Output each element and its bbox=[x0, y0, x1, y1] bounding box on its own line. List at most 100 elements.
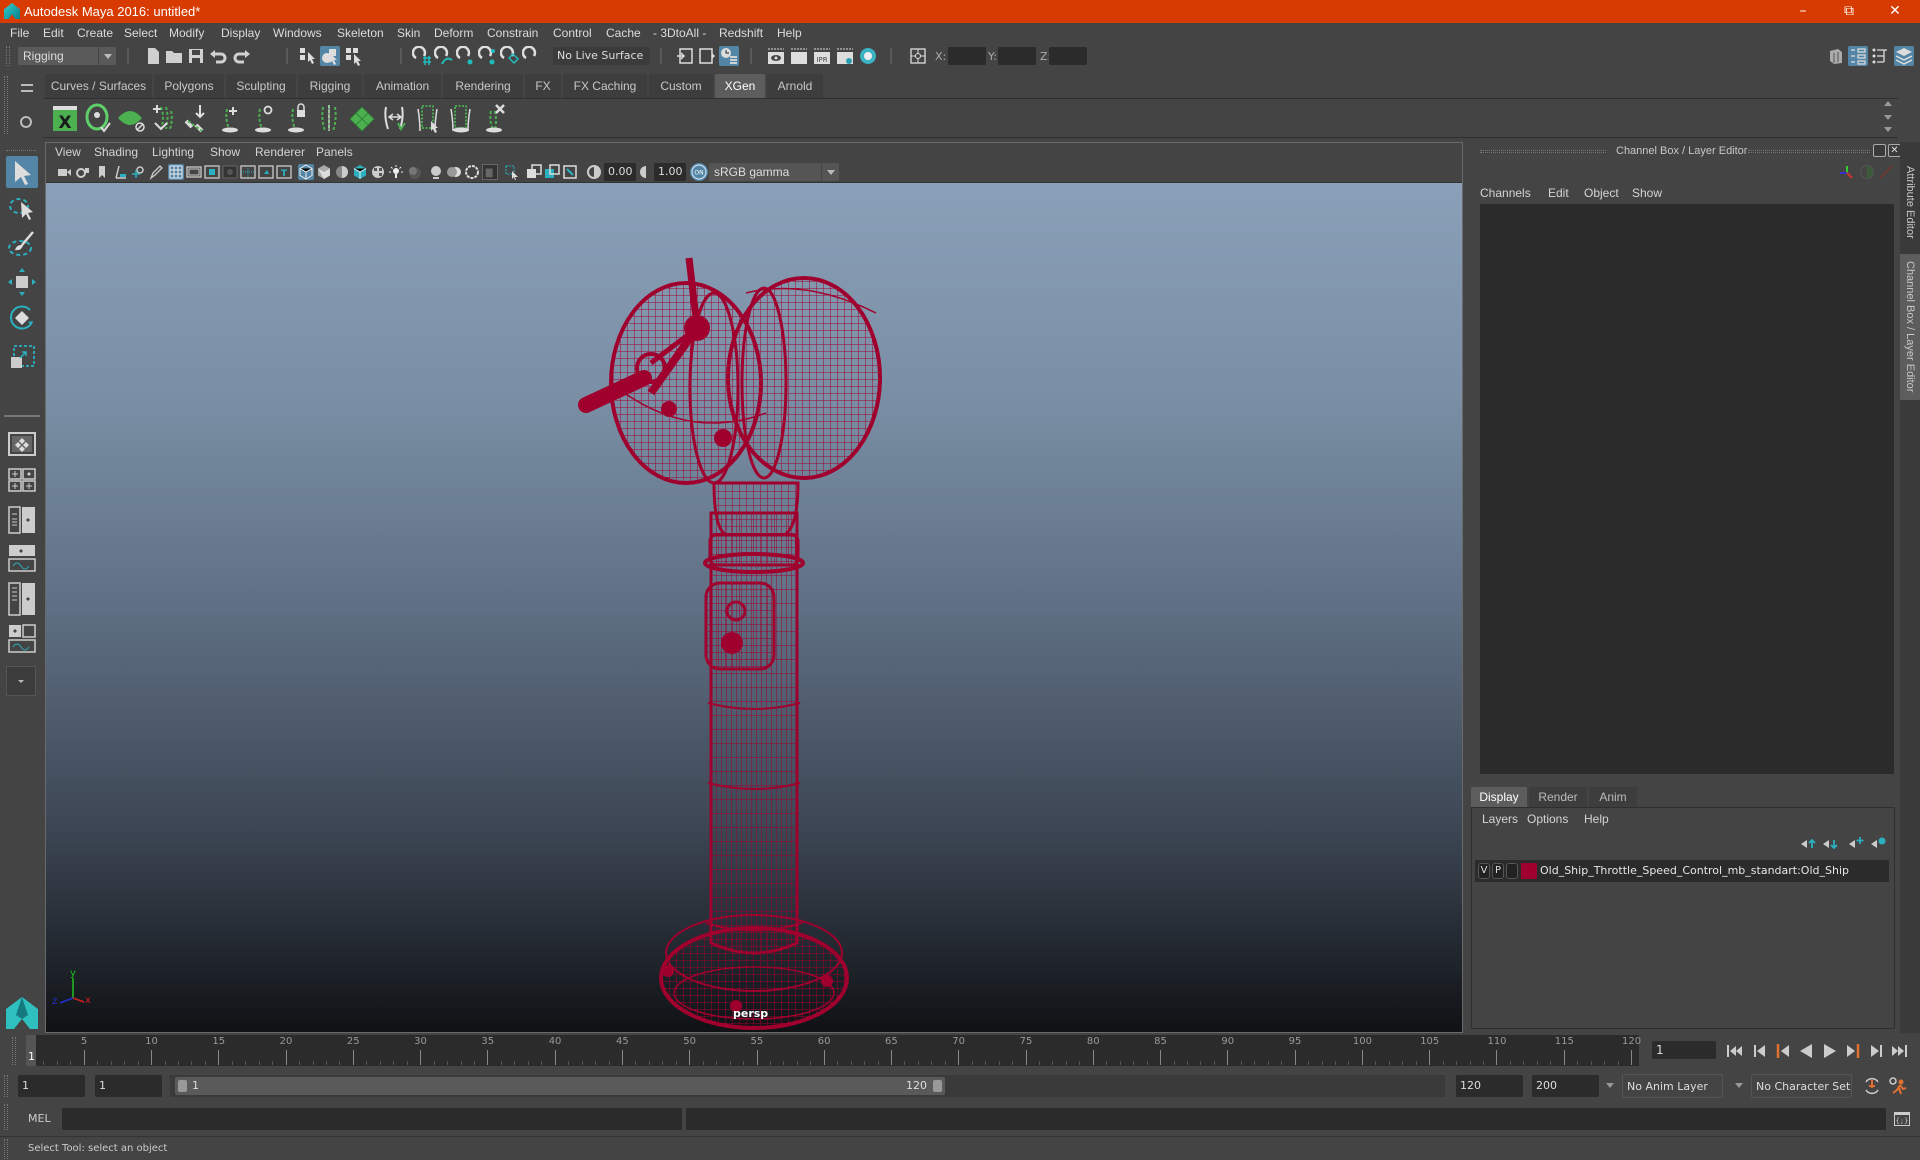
input-ops-icon[interactable] bbox=[675, 46, 695, 66]
command-language-toggle[interactable]: MEL bbox=[28, 1112, 51, 1125]
shelf-tab-arnold[interactable]: Arnold bbox=[767, 74, 823, 98]
shelf-tab-animation[interactable]: Animation bbox=[364, 74, 441, 98]
persp-node-editor-layout-icon[interactable] bbox=[8, 624, 36, 654]
anim-layer-dropdown[interactable]: No Anim Layer bbox=[1622, 1074, 1723, 1098]
time-slider-grip[interactable] bbox=[12, 1037, 16, 1065]
restore-button[interactable]: ⧉ bbox=[1826, 0, 1872, 23]
menu-file[interactable]: File bbox=[10, 26, 29, 40]
help-line-grip[interactable] bbox=[4, 1139, 8, 1159]
select-hierarchy-icon[interactable] bbox=[298, 46, 318, 66]
scale-tool[interactable] bbox=[6, 340, 38, 372]
layers-menu[interactable]: Layers bbox=[1482, 812, 1518, 826]
auto-keyframe-icon[interactable] bbox=[1862, 1076, 1882, 1096]
textured-icon[interactable] bbox=[370, 164, 386, 180]
close-button[interactable]: ✕ bbox=[1872, 0, 1918, 23]
play-forwards-icon[interactable] bbox=[1821, 1043, 1839, 1059]
new-layer-from-selected-icon[interactable] bbox=[1870, 836, 1886, 850]
menu-deform[interactable]: Deform bbox=[434, 26, 473, 40]
attribute-editor-toggle[interactable] bbox=[1848, 46, 1868, 66]
viewport-menu-lighting[interactable]: Lighting bbox=[152, 145, 194, 159]
shelf-menu-icon[interactable] bbox=[21, 84, 33, 92]
menu-cache[interactable]: Cache bbox=[606, 26, 641, 40]
panel-grip[interactable] bbox=[1480, 150, 1606, 153]
xray-joints-icon[interactable] bbox=[562, 164, 578, 180]
options-menu[interactable]: Options bbox=[1527, 812, 1568, 826]
xray-active-components-icon[interactable] bbox=[544, 164, 560, 180]
use-all-lights-icon[interactable] bbox=[388, 164, 404, 180]
snap-to-projected-center-icon[interactable] bbox=[500, 46, 520, 66]
menu-control[interactable]: Control bbox=[553, 26, 592, 40]
screen-space-ao-icon[interactable] bbox=[428, 164, 444, 180]
custom-layout-button[interactable] bbox=[6, 666, 36, 696]
hypershade-persp-layout-icon[interactable] bbox=[8, 582, 36, 616]
shelf-tab-rigging[interactable]: Rigging bbox=[298, 74, 362, 98]
sculpt-guide-icon[interactable] bbox=[248, 103, 278, 133]
viewport-menu-panels[interactable]: Panels bbox=[316, 145, 353, 159]
four-view-layout-icon[interactable] bbox=[8, 468, 36, 492]
x-field[interactable] bbox=[948, 47, 986, 65]
channel-box-toggle[interactable] bbox=[1894, 46, 1914, 66]
range-start-handle[interactable] bbox=[178, 1080, 187, 1092]
layer-tab-anim[interactable]: Anim bbox=[1589, 787, 1637, 807]
tool-settings-icon[interactable] bbox=[1870, 46, 1890, 66]
grid-toggle[interactable] bbox=[168, 164, 184, 180]
shelf-tab-rendering[interactable]: Rendering bbox=[443, 74, 523, 98]
color-space-dropdown[interactable]: sRGB gamma bbox=[709, 163, 839, 181]
viewport-3d-canvas[interactable]: y z x persp bbox=[46, 183, 1462, 1032]
move-layer-down-icon[interactable] bbox=[1822, 838, 1838, 850]
output-ops-icon[interactable] bbox=[697, 46, 717, 66]
bookmarks-icon[interactable] bbox=[94, 164, 110, 180]
show-menu[interactable]: Show bbox=[1632, 186, 1662, 200]
layer-row[interactable]: V P Old_Ship_Throttle_Speed_Control_mb_s… bbox=[1475, 860, 1889, 882]
speed-settings-icon[interactable] bbox=[1860, 165, 1874, 179]
snap-to-curve-icon[interactable] bbox=[434, 46, 454, 66]
command-line-grip[interactable] bbox=[4, 1104, 8, 1130]
field-chart-icon[interactable] bbox=[240, 164, 256, 180]
range-slider[interactable]: 1 120 bbox=[175, 1077, 945, 1095]
viewport-menu-renderer[interactable]: Renderer bbox=[255, 145, 305, 159]
script-editor-icon[interactable]: {;} bbox=[1893, 1110, 1911, 1128]
select-camera-icon[interactable] bbox=[56, 164, 72, 180]
safe-title-icon[interactable]: T bbox=[276, 164, 292, 180]
redo-icon[interactable] bbox=[232, 46, 252, 66]
shadows-icon[interactable] bbox=[406, 164, 422, 180]
channels-menu[interactable]: Channels bbox=[1480, 186, 1531, 200]
range-end-handle[interactable] bbox=[933, 1080, 942, 1092]
select-tool[interactable] bbox=[6, 156, 38, 188]
groom-icon[interactable] bbox=[347, 103, 377, 133]
clear-preview-icon[interactable] bbox=[116, 103, 146, 133]
film-gate-icon[interactable] bbox=[186, 164, 202, 180]
gate-mask-icon[interactable] bbox=[222, 164, 238, 180]
animation-preferences-icon[interactable] bbox=[1888, 1076, 1908, 1096]
menu-windows[interactable]: Windows bbox=[273, 26, 322, 40]
manipulator-axis-icon[interactable] bbox=[1838, 164, 1856, 182]
layer-tab-display[interactable]: Display bbox=[1471, 787, 1527, 807]
isolate-select-icon[interactable] bbox=[504, 164, 520, 180]
viewport-menu-view[interactable]: View bbox=[55, 145, 81, 159]
bend-guides-icon[interactable] bbox=[314, 103, 344, 133]
move-tool[interactable] bbox=[6, 266, 38, 298]
menu-help[interactable]: Help bbox=[777, 26, 802, 40]
minimize-button[interactable]: – bbox=[1780, 0, 1826, 23]
z-field[interactable] bbox=[1049, 47, 1087, 65]
save-scene-icon[interactable] bbox=[186, 46, 206, 66]
smooth-shade-icon[interactable] bbox=[316, 164, 332, 180]
menu-3dtoall[interactable]: - 3DtoAll - bbox=[653, 26, 706, 40]
menu-modify[interactable]: Modify bbox=[169, 26, 204, 40]
toggle-preview-icon[interactable] bbox=[83, 103, 113, 133]
2d-pan-zoom-icon[interactable] bbox=[130, 164, 146, 180]
snap-to-point-icon[interactable] bbox=[456, 46, 476, 66]
panel-grip[interactable] bbox=[1748, 150, 1870, 153]
current-frame-field[interactable]: 1 bbox=[1652, 1041, 1716, 1059]
grease-pencil-icon[interactable] bbox=[148, 164, 164, 180]
layer-display-type-toggle[interactable] bbox=[1506, 863, 1518, 879]
step-back-key-icon[interactable] bbox=[1774, 1043, 1792, 1059]
anti-aliasing-icon[interactable] bbox=[464, 164, 480, 180]
menu-redshift[interactable]: Redshift bbox=[719, 26, 763, 40]
time-slider[interactable]: 1 5 10 15 20 25 30 35 40 45 50 55 60 65 70 75 80 85 90 95 1… bbox=[26, 1035, 1641, 1066]
shelf-tab-fx-caching[interactable]: FX Caching bbox=[563, 74, 647, 98]
viewport-menu-shading[interactable]: Shading bbox=[94, 145, 138, 159]
make-live-icon[interactable] bbox=[522, 46, 542, 66]
snap-to-grid-icon[interactable] bbox=[412, 46, 432, 66]
status-line-grip[interactable] bbox=[6, 46, 10, 66]
